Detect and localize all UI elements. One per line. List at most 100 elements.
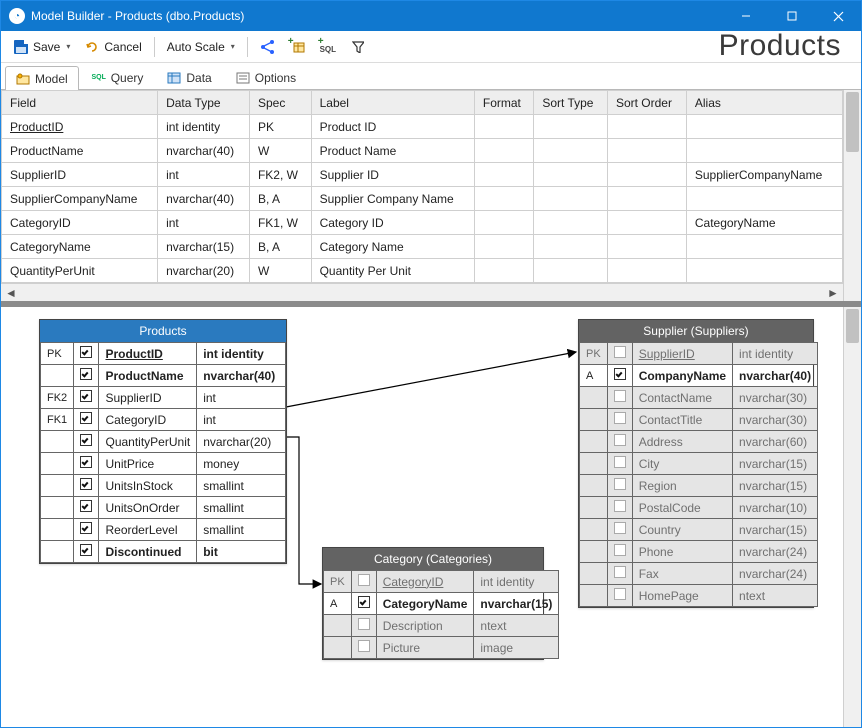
entity-row[interactable]: QuantityPerUnitnvarchar(20) [41, 431, 286, 453]
checkbox-cell[interactable] [74, 541, 99, 563]
column-header[interactable]: Format [474, 91, 533, 115]
checkbox-cell[interactable] [607, 541, 632, 563]
add-table-button[interactable]: + [284, 35, 312, 59]
entity-row[interactable]: FK1CategoryIDint [41, 409, 286, 431]
grid-cell[interactable] [534, 139, 608, 163]
grid-cell[interactable] [474, 139, 533, 163]
grid-cell[interactable]: B, A [249, 235, 311, 259]
grid-cell[interactable]: CategoryID [2, 211, 158, 235]
checkbox-cell[interactable] [74, 497, 99, 519]
column-header[interactable]: Data Type [158, 91, 250, 115]
entity-category[interactable]: Category (Categories) PKCategoryIDint id… [322, 547, 544, 660]
add-sql-button[interactable]: + SQL [314, 35, 342, 59]
entity-row[interactable]: UnitPricemoney [41, 453, 286, 475]
checkbox-cell[interactable] [351, 593, 376, 615]
grid-cell[interactable] [607, 187, 686, 211]
entity-row[interactable]: PostalCodenvarchar(10) [580, 497, 818, 519]
checkbox-cell[interactable] [607, 563, 632, 585]
close-button[interactable] [815, 1, 861, 31]
column-header[interactable]: Spec [249, 91, 311, 115]
checkbox-cell[interactable] [74, 343, 99, 365]
grid-cell[interactable]: FK1, W [249, 211, 311, 235]
grid-cell[interactable]: CategoryName [686, 211, 842, 235]
column-header[interactable]: Sort Order [607, 91, 686, 115]
grid-cell[interactable]: nvarchar(40) [158, 187, 250, 211]
fields-grid[interactable]: FieldData TypeSpecLabelFormatSort TypeSo… [1, 90, 843, 283]
grid-cell[interactable] [534, 259, 608, 283]
entity-row[interactable]: Countrynvarchar(15) [580, 519, 818, 541]
checkbox-cell[interactable] [607, 453, 632, 475]
grid-cell[interactable]: Supplier Company Name [311, 187, 474, 211]
grid-cell[interactable] [534, 187, 608, 211]
grid-cell[interactable]: Category ID [311, 211, 474, 235]
grid-cell[interactable] [474, 235, 533, 259]
grid-cell[interactable] [607, 235, 686, 259]
grid-cell[interactable]: Product ID [311, 115, 474, 139]
minimize-button[interactable] [723, 1, 769, 31]
canvas-vertical-scrollbar[interactable] [843, 307, 861, 727]
grid-cell[interactable]: Supplier ID [311, 163, 474, 187]
entity-row[interactable]: PKProductIDint identity [41, 343, 286, 365]
grid-cell[interactable] [607, 211, 686, 235]
entity-row[interactable]: ContactNamenvarchar(30) [580, 387, 818, 409]
grid-cell[interactable]: CategoryName [2, 235, 158, 259]
filter-button[interactable] [344, 35, 372, 59]
checkbox-cell[interactable] [74, 475, 99, 497]
checkbox-cell[interactable] [74, 453, 99, 475]
checkbox-cell[interactable] [351, 615, 376, 637]
column-header[interactable]: Alias [686, 91, 842, 115]
checkbox-cell[interactable] [351, 571, 376, 593]
entity-row[interactable]: PKCategoryIDint identity [324, 571, 559, 593]
cancel-button[interactable]: Cancel [78, 35, 147, 59]
checkbox-cell[interactable] [607, 585, 632, 607]
tab-data[interactable]: Data [156, 65, 222, 89]
tab-query[interactable]: SQLQuery [81, 65, 155, 89]
save-button[interactable]: Save ▾ [7, 35, 76, 59]
grid-cell[interactable] [474, 211, 533, 235]
grid-cell[interactable]: int [158, 163, 250, 187]
checkbox-cell[interactable] [607, 365, 632, 387]
entity-row[interactable]: ACompanyNamenvarchar(40) [580, 365, 818, 387]
grid-row[interactable]: ProductNamenvarchar(40)WProduct Name [2, 139, 843, 163]
scroll-right-icon[interactable]: ► [825, 286, 841, 300]
checkbox-cell[interactable] [74, 365, 99, 387]
entity-row[interactable]: Phonenvarchar(24) [580, 541, 818, 563]
grid-cell[interactable]: SupplierCompanyName [2, 187, 158, 211]
grid-cell[interactable] [607, 115, 686, 139]
checkbox-cell[interactable] [607, 497, 632, 519]
checkbox-cell[interactable] [74, 431, 99, 453]
grid-cell[interactable] [534, 163, 608, 187]
grid-cell[interactable]: FK2, W [249, 163, 311, 187]
grid-cell[interactable] [686, 139, 842, 163]
horizontal-scrollbar[interactable]: ◄ ► [1, 283, 843, 301]
grid-row[interactable]: SupplierIDintFK2, WSupplier IDSupplierCo… [2, 163, 843, 187]
entity-row[interactable]: Pictureimage [324, 637, 559, 659]
grid-cell[interactable]: Category Name [311, 235, 474, 259]
entity-row[interactable]: Faxnvarchar(24) [580, 563, 818, 585]
grid-cell[interactable]: Product Name [311, 139, 474, 163]
grid-cell[interactable] [607, 139, 686, 163]
scroll-left-icon[interactable]: ◄ [3, 286, 19, 300]
grid-row[interactable]: SupplierCompanyNamenvarchar(40)B, ASuppl… [2, 187, 843, 211]
checkbox-cell[interactable] [607, 431, 632, 453]
grid-cell[interactable]: QuantityPerUnit [2, 259, 158, 283]
entity-row[interactable]: Descriptionntext [324, 615, 559, 637]
entity-row[interactable]: ContactTitlenvarchar(30) [580, 409, 818, 431]
grid-cell[interactable]: int identity [158, 115, 250, 139]
grid-cell[interactable]: ProductName [2, 139, 158, 163]
checkbox-cell[interactable] [74, 387, 99, 409]
entity-row[interactable]: ACategoryNamenvarchar(15) [324, 593, 559, 615]
grid-cell[interactable] [534, 115, 608, 139]
tab-model[interactable]: Model [5, 66, 79, 90]
entity-row[interactable]: Regionnvarchar(15) [580, 475, 818, 497]
grid-cell[interactable] [474, 163, 533, 187]
grid-row[interactable]: CategoryIDintFK1, WCategory ID CategoryNa… [2, 211, 843, 235]
grid-cell[interactable] [686, 115, 842, 139]
grid-row[interactable]: QuantityPerUnitnvarchar(20)WQuantity Per… [2, 259, 843, 283]
grid-cell[interactable]: PK [249, 115, 311, 139]
grid-cell[interactable]: int [158, 211, 250, 235]
checkbox-cell[interactable] [74, 519, 99, 541]
grid-cell[interactable]: ProductID [2, 115, 158, 139]
column-header[interactable]: Label [311, 91, 474, 115]
checkbox-cell[interactable] [74, 409, 99, 431]
